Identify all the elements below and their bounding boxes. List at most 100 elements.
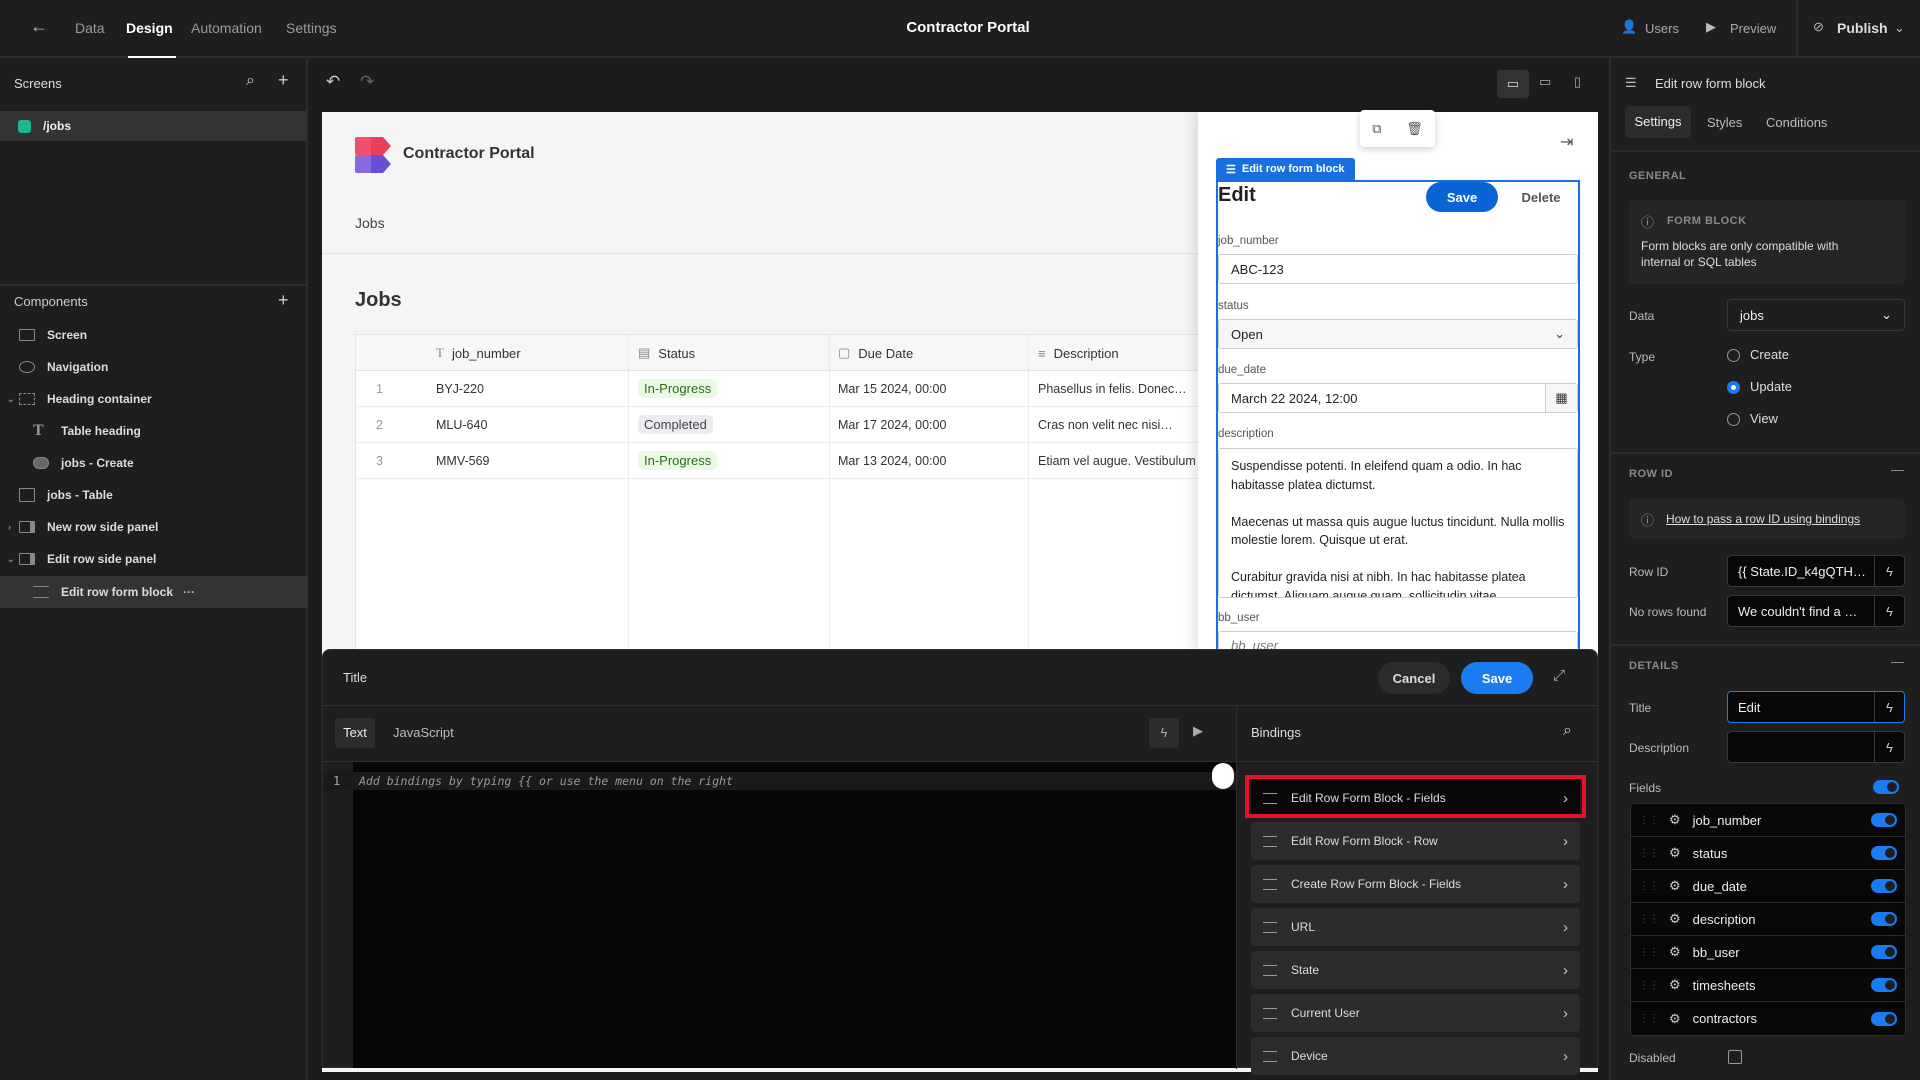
cell-row-number[interactable]: 2: [376, 407, 416, 443]
component-new-row-side-panel[interactable]: › New row side panel: [0, 511, 308, 543]
cell-description[interactable]: Phasellus in felis. Donec…: [1038, 371, 1198, 407]
cell-status[interactable]: In-Progress: [638, 371, 828, 407]
field-row[interactable]: ⋮⋮ ⚙ contractors: [1631, 1002, 1905, 1035]
description-textarea[interactable]: Suspendisse potenti. In eleifend quam a …: [1218, 448, 1578, 598]
users-button[interactable]: Users: [1645, 21, 1679, 36]
cell-row-number[interactable]: 1: [376, 371, 416, 407]
cell-due-date[interactable]: Mar 17 2024, 00:00: [838, 407, 1028, 443]
add-component-icon[interactable]: +: [278, 284, 289, 316]
redo-icon[interactable]: ↷: [360, 72, 374, 92]
gear-icon[interactable]: ⚙: [1669, 977, 1681, 993]
tablet-view-icon[interactable]: ▭: [1539, 74, 1551, 90]
bolt-icon[interactable]: ϟ: [1874, 692, 1904, 722]
gear-icon[interactable]: ⚙: [1669, 845, 1681, 861]
search-icon[interactable]: ⌕: [246, 72, 255, 90]
binding-category[interactable]: Create Row Form Block - Fields ›: [1251, 865, 1580, 903]
due-date-input[interactable]: March 22 2024, 12:00 ▦: [1218, 383, 1578, 413]
field-toggle[interactable]: [1871, 1011, 1897, 1026]
cell-due-date[interactable]: Mar 15 2024, 00:00: [838, 371, 1028, 407]
gear-icon[interactable]: ⚙: [1669, 911, 1681, 927]
cell-status[interactable]: Completed: [638, 407, 828, 443]
more-options-icon[interactable]: ···: [183, 585, 195, 599]
binding-category[interactable]: Device ›: [1251, 1037, 1580, 1075]
field-row[interactable]: ⋮⋮ ⚙ bb_user: [1631, 936, 1905, 969]
component-edit-row-form-block[interactable]: Edit row form block ···: [0, 576, 308, 608]
column-header-job-number[interactable]: Tjob_number: [436, 335, 521, 371]
add-screen-icon[interactable]: +: [278, 70, 289, 91]
code-area[interactable]: [353, 762, 1236, 1068]
field-toggle[interactable]: [1871, 813, 1897, 827]
no-rows-input[interactable]: We couldn't find a … ϟ: [1727, 595, 1905, 627]
cell-due-date[interactable]: Mar 13 2024, 00:00: [838, 443, 1028, 479]
cell-job-number[interactable]: BYJ-220: [436, 371, 626, 407]
disabled-checkbox[interactable]: [1728, 1050, 1742, 1064]
drag-handle-icon[interactable]: ⋮⋮: [1639, 881, 1659, 892]
gear-icon[interactable]: ⚙: [1669, 1011, 1681, 1027]
collapse-panel-icon[interactable]: ⇥: [1560, 132, 1573, 152]
tab-text[interactable]: Text: [335, 718, 375, 748]
screen-item-jobs[interactable]: /jobs: [0, 111, 306, 141]
component-navigation[interactable]: Navigation: [0, 351, 308, 383]
publish-button[interactable]: Publish: [1837, 20, 1888, 36]
form-save-button[interactable]: Save: [1426, 182, 1498, 212]
form-delete-button[interactable]: Delete: [1506, 182, 1576, 212]
mobile-view-icon[interactable]: ▯: [1574, 74, 1581, 90]
component-screen[interactable]: Screen: [0, 319, 308, 351]
field-toggle[interactable]: [1871, 879, 1897, 893]
row-id-input[interactable]: {{ State.ID_k4gQTH… ϟ: [1727, 555, 1905, 587]
cell-row-number[interactable]: 3: [376, 443, 416, 479]
job-number-input[interactable]: ABC-123: [1218, 254, 1578, 284]
binding-category[interactable]: State ›: [1251, 951, 1580, 989]
cell-job-number[interactable]: MMV-569: [436, 443, 626, 479]
cancel-button[interactable]: Cancel: [1378, 662, 1450, 694]
cell-description[interactable]: Etiam vel augue. Vestibulum: [1038, 443, 1198, 479]
column-header-description[interactable]: ≡ Description: [1038, 335, 1119, 371]
component-edit-row-side-panel[interactable]: ⌄ Edit row side panel: [0, 543, 308, 575]
drag-handle-icon[interactable]: ⋮⋮: [1639, 947, 1659, 958]
block-tag[interactable]: ☰ Edit row form block: [1216, 158, 1355, 180]
bb-user-select[interactable]: bb_user: [1218, 631, 1578, 649]
column-header-status[interactable]: ▤ Status: [638, 335, 695, 371]
bolt-icon[interactable]: ϟ: [1874, 556, 1904, 586]
component-jobs-create[interactable]: jobs - Create: [0, 447, 308, 479]
binding-category[interactable]: Edit Row Form Block - Row ›: [1251, 822, 1580, 860]
binding-category[interactable]: URL ›: [1251, 908, 1580, 946]
clear-icon[interactable]: [1212, 763, 1234, 789]
drag-handle-icon[interactable]: ⋮⋮: [1639, 980, 1659, 991]
gear-icon[interactable]: ⚙: [1669, 878, 1681, 894]
tab-settings[interactable]: Settings: [1625, 106, 1691, 138]
desktop-view-icon[interactable]: ▭: [1497, 70, 1529, 98]
undo-icon[interactable]: ↶: [326, 72, 340, 92]
component-table-heading[interactable]: T Table heading: [0, 415, 308, 447]
field-row[interactable]: ⋮⋮ ⚙ status: [1631, 837, 1905, 870]
tab-conditions[interactable]: Conditions: [1766, 115, 1827, 130]
cell-job-number[interactable]: MLU-640: [436, 407, 626, 443]
title-input[interactable]: Edit ϟ: [1727, 691, 1905, 723]
bolt-icon[interactable]: ϟ: [1149, 718, 1179, 748]
chevron-down-icon[interactable]: ⌄: [7, 394, 15, 405]
drag-handle-icon[interactable]: ⋮⋮: [1639, 1013, 1659, 1024]
field-toggle[interactable]: [1871, 912, 1897, 926]
row-id-help-link[interactable]: How to pass a row ID using bindings: [1666, 512, 1860, 526]
gear-icon[interactable]: ⚙: [1669, 812, 1681, 828]
preview-nav-jobs[interactable]: Jobs: [355, 215, 385, 231]
chevron-right-icon[interactable]: ›: [8, 522, 11, 532]
bolt-icon[interactable]: ϟ: [1874, 732, 1904, 762]
type-radio-update[interactable]: Update: [1727, 379, 1792, 395]
duplicate-icon[interactable]: ⧉: [1372, 121, 1381, 137]
field-row[interactable]: ⋮⋮ ⚙ description: [1631, 903, 1905, 936]
type-radio-create[interactable]: Create: [1727, 347, 1789, 363]
type-radio-view[interactable]: View: [1727, 411, 1778, 427]
drag-handle-icon[interactable]: ⋮⋮: [1639, 914, 1659, 925]
status-select[interactable]: Open ⌄: [1218, 319, 1578, 349]
field-row[interactable]: ⋮⋮ ⚙ timesheets: [1631, 969, 1905, 1002]
chevron-down-icon[interactable]: ⌄: [7, 554, 15, 565]
gear-icon[interactable]: ⚙: [1669, 944, 1681, 960]
trash-icon[interactable]: 🗑: [1406, 121, 1423, 137]
component-jobs-table[interactable]: jobs - Table: [0, 479, 308, 511]
field-toggle[interactable]: [1871, 978, 1897, 992]
tab-javascript[interactable]: JavaScript: [393, 725, 454, 740]
component-heading-container[interactable]: ⌄ Heading container: [0, 383, 308, 415]
field-row[interactable]: ⋮⋮ ⚙ job_number: [1631, 804, 1905, 837]
drag-handle-icon[interactable]: ⋮⋮: [1639, 848, 1659, 859]
